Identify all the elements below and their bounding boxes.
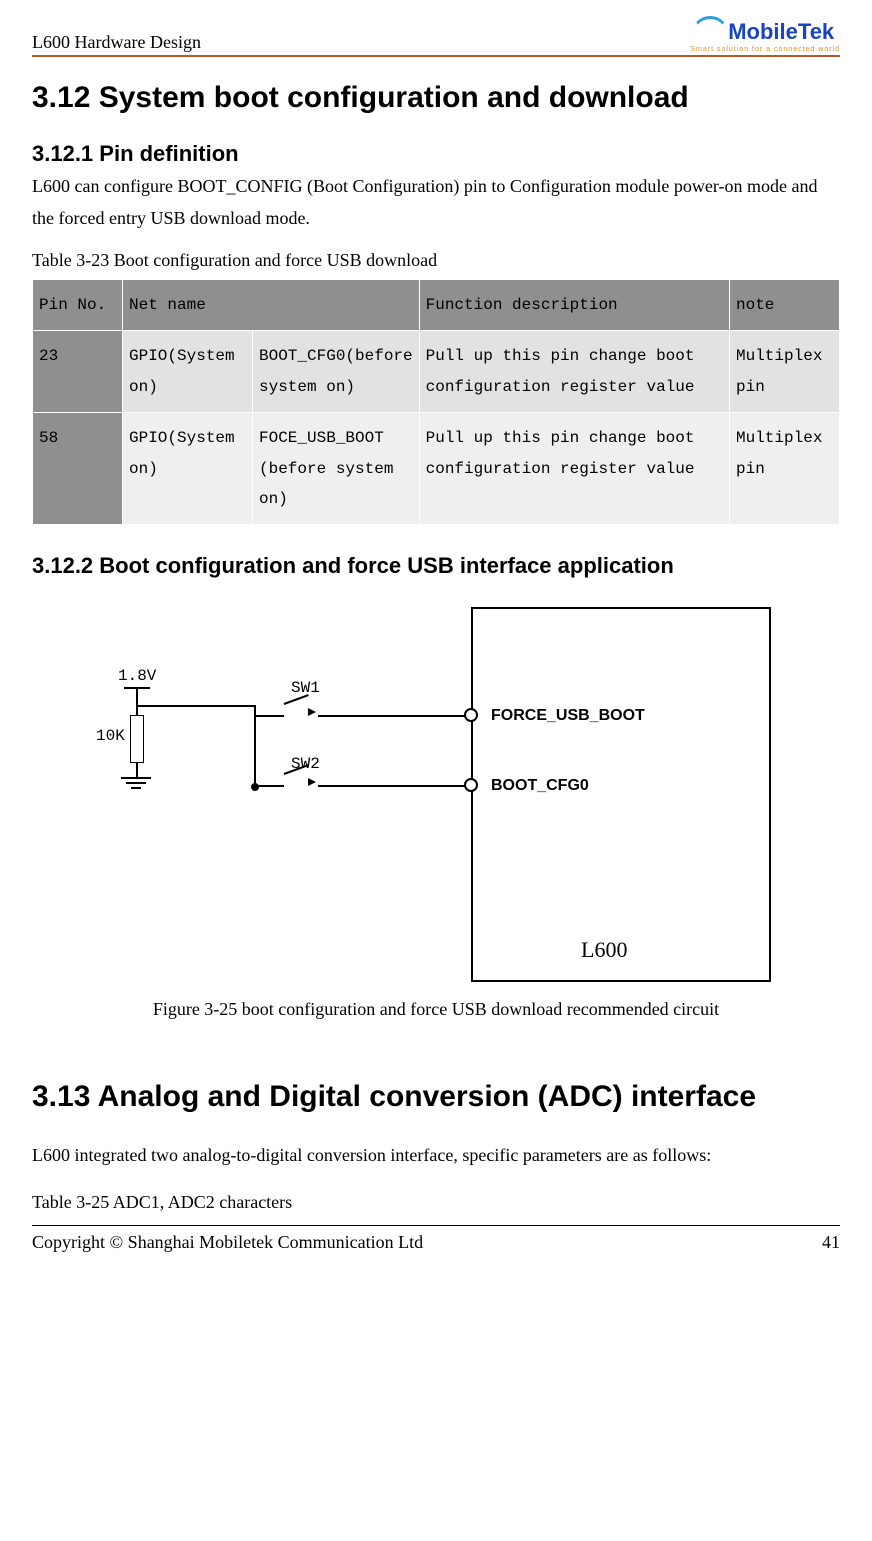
cell-func: Pull up this pin change boot configurati… xyxy=(419,413,729,525)
wire xyxy=(318,785,471,787)
wire xyxy=(318,715,471,717)
section-3-13-title: 3.13 Analog and Digital conversion (ADC)… xyxy=(32,1080,840,1114)
table-3-25-caption: Table 3-25 ADC1, ADC2 characters xyxy=(32,1192,840,1213)
section-3-12-title: 3.12 System boot configuration and downl… xyxy=(32,81,840,115)
cell-net1: GPIO(System on) xyxy=(123,413,253,525)
cell-net1: GPIO(System on) xyxy=(123,331,253,413)
arrow-icon xyxy=(308,778,316,786)
wire xyxy=(136,705,256,707)
label-1v8: 1.8V xyxy=(118,667,156,685)
footer-page-number: 41 xyxy=(822,1232,840,1253)
wire xyxy=(254,715,284,717)
ground-icon xyxy=(121,777,151,779)
logo-swoosh-icon: ⌒ xyxy=(696,18,724,46)
wire xyxy=(136,763,138,777)
label-sw2: SW2 xyxy=(291,755,320,773)
section-3-12-2-title: 3.12.2 Boot configuration and force USB … xyxy=(32,553,840,579)
circuit-diagram: 1.8V 10K SW1 SW2 FORCE_USB_BOOT BOOT_CFG… xyxy=(86,607,786,987)
resistor-icon xyxy=(130,715,144,763)
th-net-name: Net name xyxy=(123,280,420,331)
page-footer: Copyright © Shanghai Mobiletek Communica… xyxy=(32,1225,840,1253)
header-doc-title: L600 Hardware Design xyxy=(32,32,201,53)
logo: ⌒ MobileTek Smart solution for a connect… xyxy=(690,18,840,53)
table-3-23: Pin No. Net name Function description no… xyxy=(32,279,840,525)
label-chip-name: L600 xyxy=(581,937,627,963)
wire xyxy=(254,785,284,787)
ground-icon xyxy=(131,787,141,789)
ground-icon xyxy=(126,782,146,784)
table-row: 58 GPIO(System on) FOCE_USB_BOOT (before… xyxy=(33,413,840,525)
th-pin-no: Pin No. xyxy=(33,280,123,331)
th-function: Function description xyxy=(419,280,729,331)
cell-net2: FOCE_USB_BOOT (before system on) xyxy=(253,413,420,525)
section-3-13-body: L600 integrated two analog-to-digital co… xyxy=(32,1140,840,1172)
section-3-12-1-body: L600 can configure BOOT_CONFIG (Boot Con… xyxy=(32,171,840,234)
table-3-23-caption: Table 3-23 Boot configuration and force … xyxy=(32,250,840,271)
th-note: note xyxy=(730,280,840,331)
table-row: 23 GPIO(System on) BOOT_CFG0(before syst… xyxy=(33,331,840,413)
logo-name: MobileTek xyxy=(728,19,834,45)
table-header-row: Pin No. Net name Function description no… xyxy=(33,280,840,331)
logo-tagline: Smart solution for a connected world xyxy=(690,46,840,53)
cell-func: Pull up this pin change boot configurati… xyxy=(419,331,729,413)
page-header: L600 Hardware Design ⌒ MobileTek Smart s… xyxy=(32,18,840,57)
label-resistor: 10K xyxy=(96,727,125,745)
section-3-12-1-title: 3.12.1 Pin definition xyxy=(32,141,840,167)
cell-note: Multiplex pin xyxy=(730,413,840,525)
cell-pin: 23 xyxy=(33,331,123,413)
figure-3-25-caption: Figure 3-25 boot configuration and force… xyxy=(32,999,840,1020)
cell-note: Multiplex pin xyxy=(730,331,840,413)
label-sw1: SW1 xyxy=(291,679,320,697)
cell-pin: 58 xyxy=(33,413,123,525)
cell-net2: BOOT_CFG0(before system on) xyxy=(253,331,420,413)
label-boot-cfg0: BOOT_CFG0 xyxy=(491,777,589,795)
arrow-icon xyxy=(308,708,316,716)
wire xyxy=(136,689,138,715)
wire xyxy=(254,705,256,787)
footer-copyright: Copyright © Shanghai Mobiletek Communica… xyxy=(32,1232,423,1253)
label-force-usb-boot: FORCE_USB_BOOT xyxy=(491,707,645,725)
